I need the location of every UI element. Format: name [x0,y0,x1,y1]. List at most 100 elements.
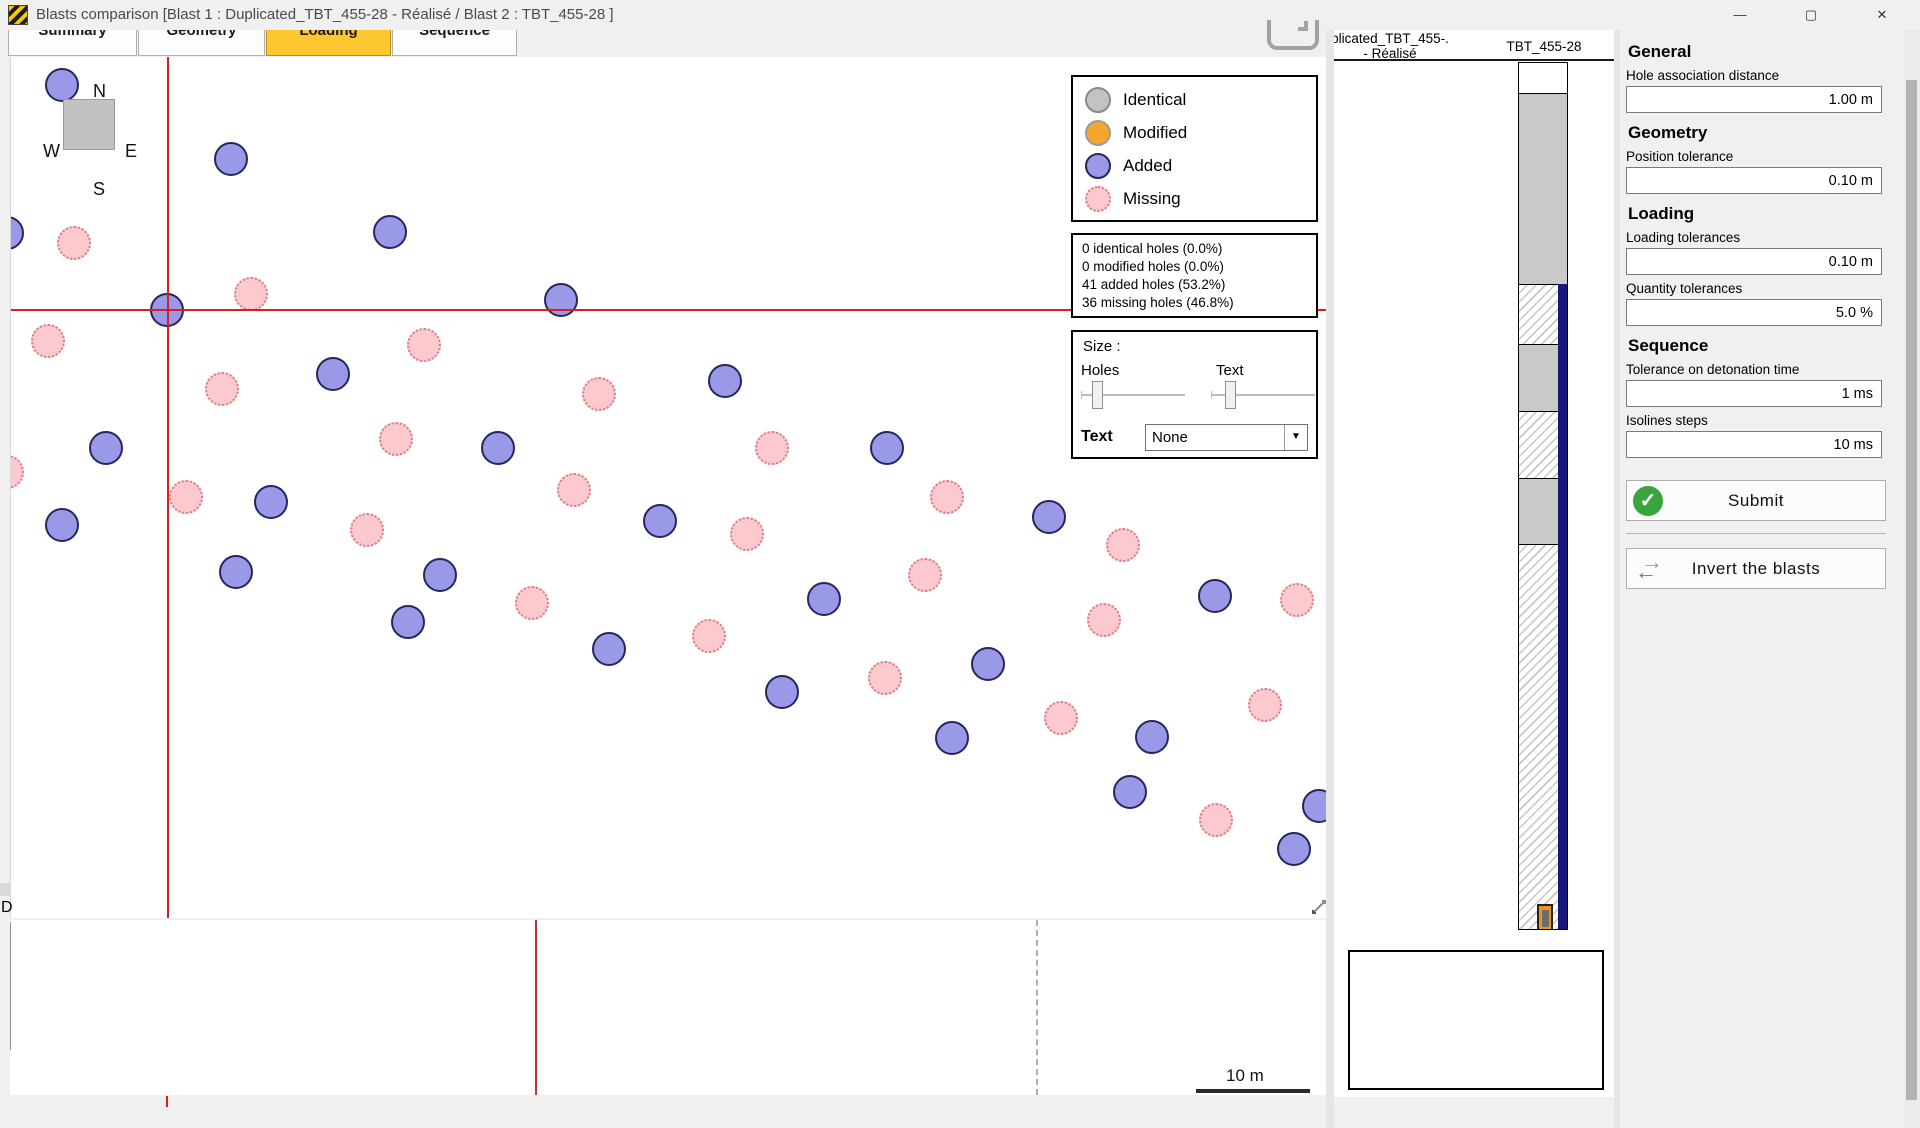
added-hole [1277,832,1311,866]
dropdown-arrow-icon[interactable]: ▼ [1284,425,1307,450]
expand-view-button[interactable] [1267,20,1319,50]
settings-sections: General Hole association distance Geometry… [1626,42,1904,458]
missing-hole [350,513,384,547]
legend-label: Modified [1123,123,1187,143]
missing-hole [1087,603,1121,637]
text-dropdown[interactable]: None ▼ [1145,424,1308,451]
missing-hole [234,277,268,311]
missing-hole [908,558,942,592]
tab-loading[interactable]: Loading [266,30,391,56]
legend-label: Missing [1123,189,1181,209]
missing-hole [557,473,591,507]
column-info-box [1348,950,1604,1090]
modified-color-icon [1085,120,1111,146]
pane-resize-grip-icon[interactable] [1310,898,1328,916]
missing-hole [57,226,91,260]
section-heading-general: General [1628,42,1904,62]
field-label: Loading tolerances [1626,230,1904,245]
section-view-pane[interactable]: 10 m [10,920,1326,1095]
check-icon: ✓ [1633,486,1663,516]
added-hole [219,555,253,589]
maximize-button[interactable]: ▢ [1788,0,1834,29]
added-hole [10,216,24,250]
panel-separator [1326,30,1334,1128]
tolerance-on-detonation-time-input[interactable] [1626,380,1882,407]
added-hole [592,632,626,666]
plan-view-plot[interactable]: N W E S IdenticalModifiedAddedMissing 0 … [10,57,1326,918]
legend-item-missing: Missing [1085,182,1316,215]
isolines-steps-input[interactable] [1626,431,1882,458]
tab-sequence[interactable]: Sequence [392,30,517,56]
hole-association-distance-input[interactable] [1626,86,1882,113]
blast1-column-header: plicated_TBT_455-. - Réalisé [1334,31,1450,61]
holes-size-slider[interactable] [1081,380,1185,410]
stats-line: 0 identical holes (0.0%) [1082,240,1316,258]
legend-item-modified: Modified [1085,116,1316,149]
field-label: Tolerance on detonation time [1626,362,1904,377]
added-hole [316,357,350,391]
settings-panel: General Hole association distance Geometry… [1620,30,1904,1128]
blast2-column-header: TBT_455-28 [1494,39,1594,54]
quantity-tolerances-input[interactable] [1626,299,1882,326]
clipped-axis-label: D [1,899,13,917]
clipped-label-chip [0,883,11,896]
holes-slider-label: Holes [1081,362,1119,379]
missing-hole [515,586,549,620]
holes-slider-thumb[interactable] [1092,381,1103,409]
field-label: Quantity tolerances [1626,281,1904,296]
legend-box: Identical Modified Added Missing [1071,75,1318,222]
legend-label: Identical [1123,90,1186,110]
added-hole [935,721,969,755]
missing-hole [169,480,203,514]
tab-summary[interactable]: Summary [8,30,137,56]
title-bar: Blasts comparison [Blast 1 : Duplicated_… [0,0,1920,30]
section-heading-geometry: Geometry [1628,123,1904,143]
compass-north-label: N [93,81,106,102]
tab-label: Geometry [139,30,264,39]
column-segment-gray [1519,93,1567,284]
missing-hole [930,480,964,514]
section-heading-sequence: Sequence [1628,336,1904,356]
minimize-button[interactable]: — [1717,0,1763,29]
swap-arrows-icon: → ← [1635,551,1671,587]
missing-hole [1199,803,1233,837]
added-hole [45,508,79,542]
added-hole [373,215,407,249]
stats-line: 0 modified holes (0.0%) [1082,258,1316,276]
legend-item-added: Added [1085,149,1316,182]
tab-label: Summary [9,30,136,39]
stats-line: 41 added holes (53.2%) [1082,276,1316,294]
missing-hole [1248,688,1282,722]
tab-bar: SummaryGeometryLoadingSequence [0,30,1345,57]
missing-hole [31,324,65,358]
added-hole [1032,500,1066,534]
missing-hole [582,377,616,411]
section-line [1036,920,1038,1095]
scrollbar-thumb[interactable] [1906,80,1917,1100]
detonator-icon [1537,904,1553,929]
position-tolerance-input[interactable] [1626,167,1882,194]
text-slider-label: Text [1216,362,1244,379]
missing-hole [379,422,413,456]
text-size-slider[interactable] [1211,380,1315,410]
legend-label: Added [1123,156,1172,176]
missing-hole [868,661,902,695]
section-line [535,920,537,1095]
loading-tolerances-input[interactable] [1626,248,1882,275]
section-left-axis [10,922,11,1050]
text-slider-thumb[interactable] [1225,381,1236,409]
tab-geometry[interactable]: Geometry [138,30,265,56]
field-label: Position tolerance [1626,149,1904,164]
added-hole [544,283,578,317]
detonator-inner [1542,910,1549,927]
submit-button[interactable]: ✓ Submit [1626,480,1886,521]
loading-column [1518,62,1568,930]
missing-hole [755,431,789,465]
field-label: Hole association distance [1626,68,1904,83]
invert-blasts-button[interactable]: → ← Invert the blasts [1626,548,1886,589]
app-window: Blasts comparison [Blast 1 : Duplicated_… [0,0,1920,1128]
vertical-scrollbar[interactable] [1904,30,1920,1128]
text-dropdown-label: Text [1081,428,1113,446]
close-button[interactable]: ✕ [1859,0,1905,29]
added-hole [89,431,123,465]
